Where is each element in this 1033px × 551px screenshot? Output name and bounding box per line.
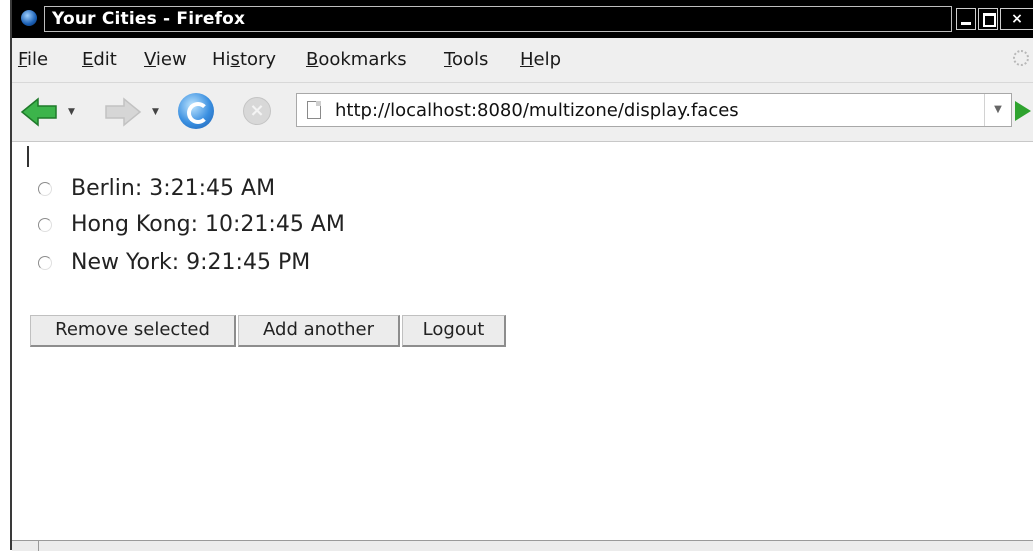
- url-bar[interactable]: http://localhost:8080/multizone/display.…: [296, 93, 1012, 127]
- add-another-button[interactable]: Add another: [238, 315, 400, 347]
- throbber-icon: [1013, 50, 1029, 66]
- city-radio[interactable]: [38, 218, 52, 232]
- back-history-dropdown-icon[interactable]: ▼: [68, 107, 75, 117]
- forward-arrow-icon[interactable]: [102, 97, 142, 127]
- city-label: New York: 9:21:45 PM: [71, 250, 311, 275]
- menu-history-accel: s: [230, 49, 240, 70]
- text-caret: [27, 146, 29, 167]
- window-title: Your Cities - Firefox: [52, 9, 246, 29]
- menu-help[interactable]: Help: [520, 49, 561, 70]
- close-button[interactable]: ×: [1000, 8, 1033, 30]
- city-label: Berlin: 3:21:45 AM: [71, 176, 276, 201]
- menu-help-label: elp: [533, 49, 562, 70]
- menu-edit-accel: E: [82, 49, 94, 70]
- page-icon: [307, 101, 321, 119]
- city-radio[interactable]: [38, 182, 52, 196]
- back-arrow-icon[interactable]: [20, 97, 60, 127]
- menu-view[interactable]: View: [144, 49, 187, 70]
- firefox-icon: [21, 10, 37, 26]
- menu-bookmarks-accel: B: [306, 49, 319, 70]
- stop-icon[interactable]: ×: [243, 97, 271, 125]
- menu-history[interactable]: History: [212, 49, 276, 70]
- menu-tools-label: ools: [451, 49, 489, 70]
- menu-file-accel: F: [18, 49, 28, 70]
- browser-window: Your Cities - Firefox × File Edit View H…: [10, 0, 1033, 551]
- minimize-button[interactable]: [956, 8, 976, 30]
- menu-view-accel: V: [144, 49, 156, 70]
- menu-tools-accel: T: [444, 49, 452, 70]
- menu-view-label: iew: [155, 49, 187, 70]
- page-content: Berlin: 3:21:45 AM Hong Kong: 10:21:45 A…: [12, 142, 1033, 540]
- title-bar: Your Cities - Firefox ×: [12, 0, 1033, 38]
- remove-selected-button[interactable]: Remove selected: [30, 315, 236, 347]
- menu-bookmarks[interactable]: Bookmarks: [306, 49, 407, 70]
- menu-history-label-b: tory: [239, 49, 277, 70]
- logout-button[interactable]: Logout: [402, 315, 506, 347]
- menu-file-label: ile: [27, 49, 49, 70]
- go-icon[interactable]: [1015, 101, 1031, 121]
- menu-file[interactable]: File: [18, 49, 48, 70]
- menu-help-accel: H: [520, 49, 534, 70]
- url-dropdown-icon[interactable]: ▼: [984, 94, 1011, 126]
- menu-edit-label: dit: [93, 49, 117, 70]
- horizontal-scrollbar[interactable]: [12, 540, 1033, 551]
- menu-bar: File Edit View History Bookmarks Tools H…: [12, 38, 1033, 83]
- url-text[interactable]: http://localhost:8080/multizone/display.…: [335, 100, 739, 121]
- reload-icon[interactable]: [178, 93, 214, 129]
- maximize-button[interactable]: [978, 8, 998, 30]
- forward-history-dropdown-icon[interactable]: ▼: [152, 107, 159, 117]
- city-radio[interactable]: [38, 256, 52, 270]
- menu-edit[interactable]: Edit: [82, 49, 117, 70]
- city-label: Hong Kong: 10:21:45 AM: [71, 212, 345, 237]
- menu-history-label-a: Hi: [212, 49, 231, 70]
- navigation-toolbar: ▼ ▼ × http://localhost:8080/multizone/di…: [12, 83, 1033, 142]
- menu-bookmarks-label: ookmarks: [318, 49, 407, 70]
- menu-tools[interactable]: Tools: [444, 49, 488, 70]
